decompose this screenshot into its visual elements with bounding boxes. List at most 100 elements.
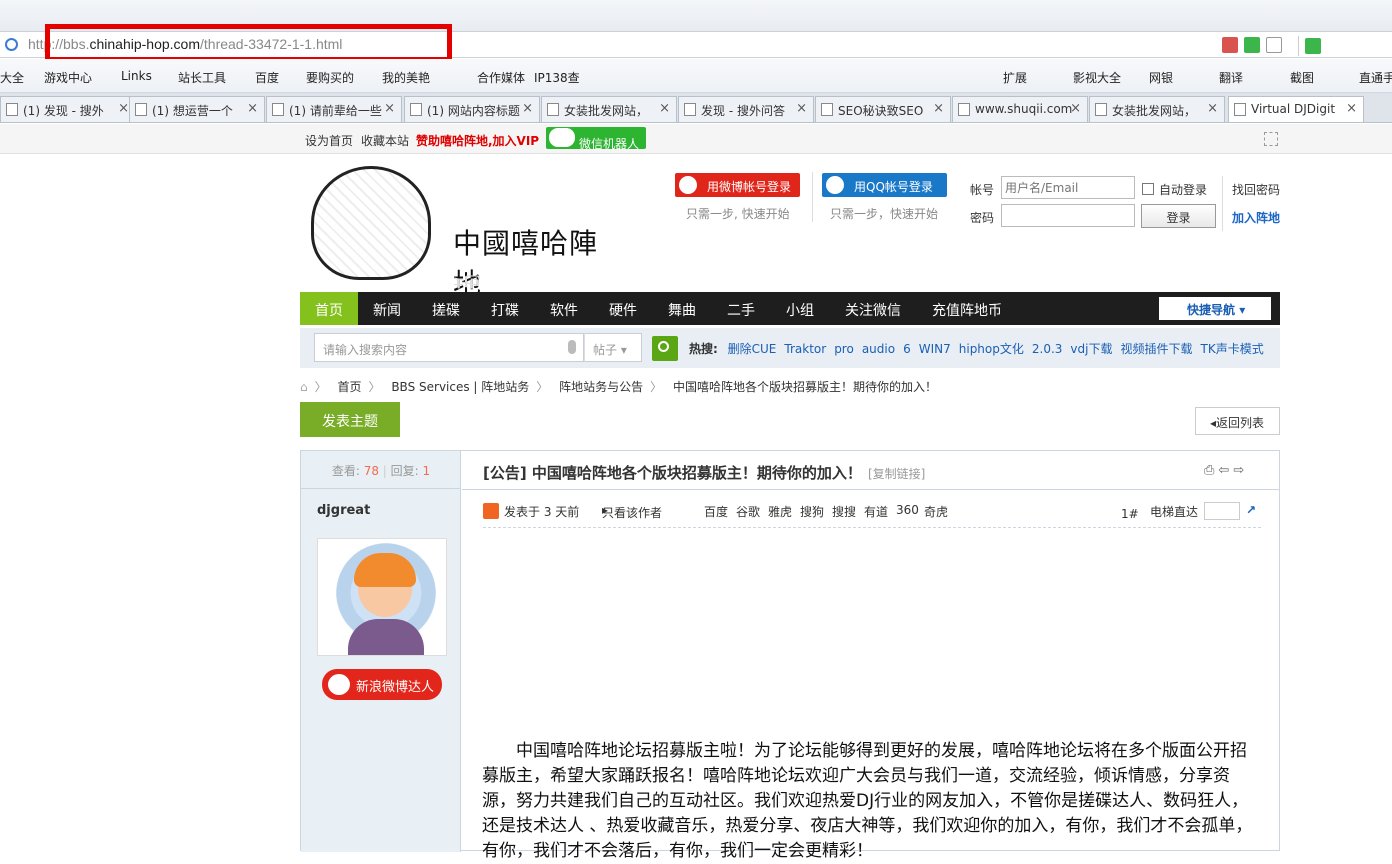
search-engine-link[interactable]: 搜搜 <box>832 503 856 520</box>
bookmark-item[interactable]: 我的美艳 <box>382 69 430 86</box>
nav-item-recharge[interactable]: 充值阵地币 <box>917 292 1017 325</box>
search-button[interactable] <box>652 336 678 361</box>
back-to-list-button[interactable]: ◂返回列表 <box>1195 407 1280 435</box>
search-engine-link[interactable]: 有道 <box>864 503 888 520</box>
search-engine-link[interactable]: 百度 <box>704 503 728 520</box>
browser-tab[interactable]: (1) 请前辈给一些 × <box>266 96 402 122</box>
browser-tab[interactable]: (1) 想运营一个 × <box>129 96 265 122</box>
close-icon[interactable]: × <box>118 101 129 116</box>
weibo-login-button[interactable]: 用微博帐号登录 <box>675 173 800 197</box>
bookmark-item[interactable]: 游戏中心 <box>44 69 92 86</box>
hot-link[interactable]: 视频插件下载 <box>1120 342 1192 356</box>
hot-link[interactable]: vdj下载 <box>1070 342 1112 356</box>
account-input[interactable] <box>1001 176 1135 199</box>
qq-login-button[interactable]: 用QQ帐号登录 <box>822 173 947 197</box>
browser-tab[interactable]: SEO秘诀致SEO × <box>815 96 951 122</box>
search-input[interactable]: 请输入搜索内容 <box>314 333 584 362</box>
bookmark-item[interactable]: 百度 <box>255 69 279 86</box>
app-store-icon[interactable] <box>1222 37 1238 53</box>
wechat-bot-button[interactable]: 微信机器人 <box>546 127 646 151</box>
search-engine-link[interactable]: 谷歌 <box>736 503 760 520</box>
bookmark-item[interactable]: Links <box>121 69 152 83</box>
hot-link[interactable]: pro <box>834 342 854 356</box>
search-engine-link[interactable]: 360 <box>896 503 919 517</box>
floor-jump-input[interactable] <box>1204 502 1240 520</box>
home-icon[interactable]: ⌂ <box>300 380 308 394</box>
hot-link[interactable]: audio <box>862 342 895 356</box>
tool-bank[interactable]: 网银 <box>1149 69 1173 86</box>
close-icon[interactable]: × <box>384 101 395 116</box>
browser-tab[interactable]: 发现 - 搜外问答 × <box>678 96 814 122</box>
breadcrumb-item[interactable]: 首页 <box>337 380 361 394</box>
prev-icon[interactable]: ⇦ <box>1218 463 1233 478</box>
fullscreen-icon[interactable] <box>1264 132 1278 146</box>
login-button[interactable]: 登录 <box>1141 204 1216 228</box>
set-home-link[interactable]: 设为首页 <box>305 132 353 149</box>
nav-item-secondhand[interactable]: 二手 <box>712 292 770 325</box>
close-icon[interactable]: × <box>247 101 258 116</box>
auto-login-checkbox[interactable] <box>1142 183 1154 195</box>
browser-tab[interactable]: 女装批发网站， × <box>541 96 677 122</box>
hot-link[interactable]: Traktor <box>784 342 826 356</box>
breadcrumb-current[interactable]: 中国嘻哈阵地各个版块招募版主！期待你的加入！ <box>673 380 937 394</box>
only-author-link[interactable]: 只看该作者 ▸ <box>602 503 662 520</box>
nav-item-software[interactable]: 软件 <box>535 292 593 325</box>
browser-tab[interactable]: (1) 网站内容标题 × <box>404 96 540 122</box>
avatar[interactable] <box>317 538 447 656</box>
copy-link[interactable]: [复制链接] <box>868 467 925 481</box>
chevron-down-icon[interactable] <box>1266 37 1282 53</box>
nav-item-news[interactable]: 新闻 <box>358 292 416 325</box>
search-engine-link[interactable]: 奇虎 <box>924 503 948 520</box>
browser-tab[interactable]: (1) 发现 - 搜外 × <box>0 96 136 122</box>
hot-link[interactable]: 6 <box>903 342 911 356</box>
close-icon[interactable]: × <box>1346 101 1357 116</box>
search-engine-link[interactable]: 雅虎 <box>768 503 792 520</box>
search-icon[interactable] <box>1305 38 1321 54</box>
bookmark-item[interactable]: 站长工具 <box>178 69 226 86</box>
breadcrumb-item[interactable]: BBS Services | 阵地站务 <box>391 380 529 394</box>
search-engine-link[interactable]: 搜狗 <box>800 503 824 520</box>
bookmark-site-link[interactable]: 收藏本站 <box>361 132 409 149</box>
vip-link[interactable]: 赞助嘻哈阵地,加入VIP <box>416 132 539 149</box>
close-icon[interactable]: × <box>659 101 670 116</box>
print-icon[interactable]: ⎙ <box>1204 463 1218 478</box>
hot-link[interactable]: 2.0.3 <box>1032 342 1063 356</box>
hot-link[interactable]: WIN7 <box>919 342 951 356</box>
close-icon[interactable]: × <box>1207 101 1218 116</box>
quick-nav-dropdown[interactable]: 快捷导航 ▾ <box>1159 297 1271 320</box>
browser-tab[interactable]: 女装批发网站， × <box>1089 96 1225 122</box>
nav-item-home[interactable]: 首页 <box>300 292 358 325</box>
tool-extensions[interactable]: 扩展 <box>1003 69 1027 86</box>
site-logo[interactable]: 中國嘻哈陣地 中國嘻哈陣地 <box>305 160 620 310</box>
find-password-link[interactable]: 找回密码 <box>1232 181 1280 198</box>
search-type-select[interactable]: 帖子 ▾ <box>584 333 642 362</box>
weibo-badge[interactable]: 新浪微博达人 <box>322 669 442 700</box>
close-icon[interactable]: × <box>1070 101 1081 116</box>
address-bar[interactable]: http://bbs.chinahip-hop.com/thread-33472… <box>0 24 1392 62</box>
browser-tab[interactable]: www.shuqii.com × <box>952 96 1088 122</box>
breadcrumb-item[interactable]: 阵地站务与公告 <box>559 380 643 394</box>
tool-direct[interactable]: 直通手 <box>1359 69 1392 86</box>
tool-video[interactable]: 影视大全 <box>1073 69 1121 86</box>
lightning-icon[interactable] <box>1244 37 1260 53</box>
hot-link[interactable]: 删除CUE <box>728 342 777 356</box>
new-thread-button[interactable]: 发表主题 <box>300 402 400 437</box>
nav-item-hardware[interactable]: 硬件 <box>594 292 652 325</box>
close-icon[interactable]: × <box>933 101 944 116</box>
tool-screenshot[interactable]: 截图 <box>1290 69 1314 86</box>
hot-link[interactable]: TK声卡模式 <box>1201 342 1264 356</box>
nav-item-scratch[interactable]: 搓碟 <box>417 292 475 325</box>
bookmark-item[interactable]: 合作媒体 <box>477 69 525 86</box>
nav-item-group[interactable]: 小组 <box>771 292 829 325</box>
bookmark-item[interactable]: 要购买的 <box>306 69 354 86</box>
tool-translate[interactable]: 翻译 <box>1219 69 1243 86</box>
bookmark-item[interactable]: 大全 <box>0 69 24 86</box>
join-link[interactable]: 加入阵地 <box>1232 209 1280 226</box>
microphone-icon[interactable] <box>568 340 576 354</box>
author-name[interactable]: djgreat <box>317 503 370 518</box>
close-icon[interactable]: × <box>522 101 533 116</box>
nav-item-dj[interactable]: 打碟 <box>476 292 534 325</box>
nav-item-music[interactable]: 舞曲 <box>653 292 711 325</box>
hot-link[interactable]: hiphop文化 <box>959 342 1024 356</box>
close-icon[interactable]: × <box>796 101 807 116</box>
